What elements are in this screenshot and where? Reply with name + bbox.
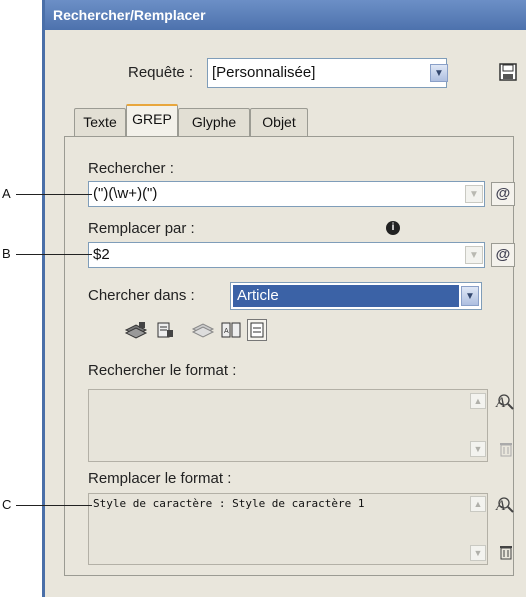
callout-a-line <box>16 194 92 195</box>
callout-a-label: A <box>2 186 11 201</box>
dialog-title: Rechercher/Remplacer <box>45 0 526 30</box>
callout-c-line <box>16 505 92 506</box>
callout-c-label: C <box>2 497 12 512</box>
replace-value: $2 <box>93 246 110 263</box>
tab-glyphe[interactable]: Glyphe <box>178 108 250 136</box>
specify-replace-format-icon[interactable]: A <box>494 494 516 516</box>
search-in-dropdown-arrow-icon[interactable]: ▼ <box>461 286 479 306</box>
callout-b-line <box>16 254 92 255</box>
search-in-label: Chercher dans : <box>88 287 195 304</box>
replace-format-label: Remplacer le format : <box>88 470 232 487</box>
locked-layers-icon[interactable] <box>124 320 148 340</box>
replace-format-scroll-up-icon[interactable]: ▲ <box>470 496 486 512</box>
find-special-characters-icon[interactable]: @ <box>491 182 515 206</box>
replace-label: Remplacer par : <box>88 220 195 237</box>
find-format-box[interactable] <box>88 389 488 462</box>
replace-input[interactable]: $2 <box>88 242 485 268</box>
specify-find-format-icon[interactable]: A <box>494 391 516 413</box>
replace-format-scroll-down-icon[interactable]: ▼ <box>470 545 486 561</box>
tab-grep[interactable]: GREP <box>126 104 178 137</box>
replace-history-dropdown-icon[interactable]: ▼ <box>465 246 483 264</box>
find-format-value <box>89 390 487 398</box>
footnotes-icon[interactable] <box>247 319 267 341</box>
replace-special-characters-icon[interactable]: @ <box>491 243 515 267</box>
find-format-label: Rechercher le format : <box>88 362 237 379</box>
search-in-select[interactable]: Article ▼ <box>230 282 482 310</box>
find-format-scroll-down-icon[interactable]: ▼ <box>470 441 486 457</box>
svg-text:A: A <box>224 328 229 335</box>
save-query-icon[interactable] <box>498 62 518 82</box>
replace-format-value: Style de caractère : Style de caractère … <box>93 497 365 510</box>
find-history-dropdown-icon[interactable]: ▼ <box>465 185 483 203</box>
tab-objet[interactable]: Objet <box>250 108 308 136</box>
search-in-value: Article <box>233 285 459 307</box>
query-dropdown-arrow-icon[interactable]: ▼ <box>430 64 448 82</box>
query-value: [Personnalisée] <box>212 64 316 81</box>
locked-stories-icon[interactable] <box>155 320 175 340</box>
clear-find-format-icon[interactable] <box>498 440 514 458</box>
hidden-layers-icon[interactable] <box>191 320 215 340</box>
master-pages-icon[interactable]: A <box>220 320 242 340</box>
find-value: (")(\w+)(") <box>93 185 158 202</box>
callout-b-label: B <box>2 246 11 261</box>
query-label: Requête : <box>128 64 194 81</box>
clear-replace-format-icon[interactable] <box>498 543 514 561</box>
info-icon: i <box>386 221 400 235</box>
replace-format-box[interactable]: Style de caractère : Style de caractère … <box>88 493 488 565</box>
find-label: Rechercher : <box>88 160 174 177</box>
find-format-scroll-up-icon[interactable]: ▲ <box>470 393 486 409</box>
find-input[interactable]: (")(\w+)(") <box>88 181 485 207</box>
tab-texte[interactable]: Texte <box>74 108 126 136</box>
query-select[interactable]: [Personnalisée] <box>207 58 447 88</box>
